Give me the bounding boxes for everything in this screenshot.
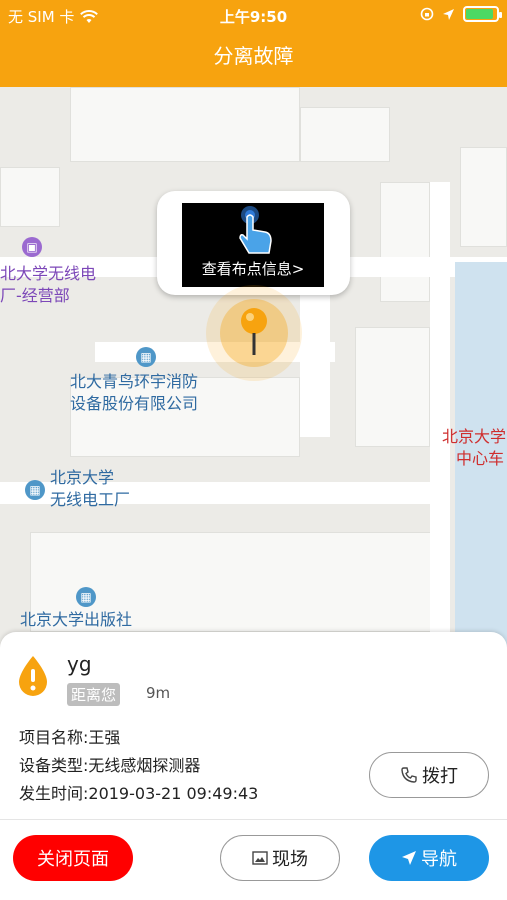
- building-icon: ▦: [136, 347, 156, 367]
- scene-button[interactable]: 现场: [220, 835, 340, 881]
- map-building: [355, 327, 430, 447]
- divider: [0, 819, 507, 820]
- scene-label: 现场: [272, 849, 308, 870]
- poi-label: 北京大学: [442, 427, 507, 446]
- map-building: [70, 87, 300, 162]
- poi-label: 北京大学: [50, 468, 115, 487]
- navigation-arrow-icon: [402, 851, 416, 865]
- map-building: [0, 167, 60, 227]
- poi-radio-factory[interactable]: 北京大学 无线电工厂: [50, 467, 130, 511]
- alarm-info-card: yg 距离您 9m 项目名称:王强 设备类型:无线感烟探测器 发生时间:2019…: [0, 632, 507, 900]
- header-bar: 无 SIM 卡 上午9:50 分离故障: [0, 0, 507, 87]
- location-arrow-icon: [443, 8, 454, 20]
- call-label: 拨打: [422, 766, 458, 787]
- image-icon: [252, 851, 268, 865]
- poi-label: 厂-经营部: [0, 286, 70, 305]
- close-page-button[interactable]: 关闭页面: [13, 835, 133, 881]
- call-button[interactable]: 拨打: [369, 752, 489, 798]
- callout-panel: 查看布点信息>: [182, 203, 324, 287]
- building-icon: ▦: [25, 480, 45, 500]
- callout-bubble[interactable]: 查看布点信息>: [157, 191, 350, 295]
- poi-radio-sales[interactable]: 北大学无线电 厂-经营部: [0, 263, 96, 307]
- map-view[interactable]: ▣ 北大学无线电 厂-经营部 ▦ 北大青鸟环宇消防 设备股份有限公司 ▦ 北京大…: [0, 87, 507, 647]
- callout-text: 查看布点信息>: [201, 260, 305, 278]
- poi-label: 无线电工厂: [50, 490, 131, 509]
- project-name: 项目名称:王强: [19, 728, 121, 747]
- poi-press[interactable]: 北京大学出版社: [20, 609, 132, 631]
- poi-label: 中心车: [456, 449, 505, 468]
- battery-icon: [463, 6, 502, 22]
- poi-fire-equipment[interactable]: 北大青鸟环宇消防 设备股份有限公司: [70, 371, 198, 415]
- distance-label: 距离您: [67, 683, 121, 706]
- poi-label: 北大学无线电: [0, 264, 97, 283]
- shop-icon: ▣: [22, 237, 42, 257]
- building-icon: ▦: [76, 587, 96, 607]
- device-type: 设备类型:无线感烟探测器: [19, 756, 201, 775]
- phone-icon: [401, 767, 417, 783]
- map-building: [460, 147, 507, 247]
- poi-center[interactable]: 北京大学 中心车: [442, 426, 506, 470]
- location-pin[interactable]: [206, 285, 302, 381]
- distance-value: 9m: [146, 684, 171, 702]
- close-label: 关闭页面: [37, 849, 109, 870]
- occur-time: 发生时间:2019-03-21 09:49:43: [19, 784, 259, 803]
- page-title: 分离故障: [213, 44, 294, 68]
- warning-icon: [19, 656, 47, 696]
- device-name: yg: [67, 652, 92, 676]
- navigate-button[interactable]: 导航: [369, 835, 489, 881]
- map-building: [380, 182, 430, 302]
- poi-label: 北京大学出版社: [20, 610, 133, 629]
- status-bar: 无 SIM 卡 上午9:50: [0, 0, 507, 30]
- nav-label: 导航: [421, 849, 457, 870]
- poi-label: 北大青鸟环宇消防: [70, 372, 199, 391]
- rotation-lock-icon: [420, 7, 434, 21]
- map-road: [430, 182, 450, 647]
- pin-icon: [241, 308, 267, 355]
- tap-hand-icon: [239, 206, 272, 254]
- map-building: [300, 107, 390, 162]
- poi-label: 设备股份有限公司: [70, 394, 199, 413]
